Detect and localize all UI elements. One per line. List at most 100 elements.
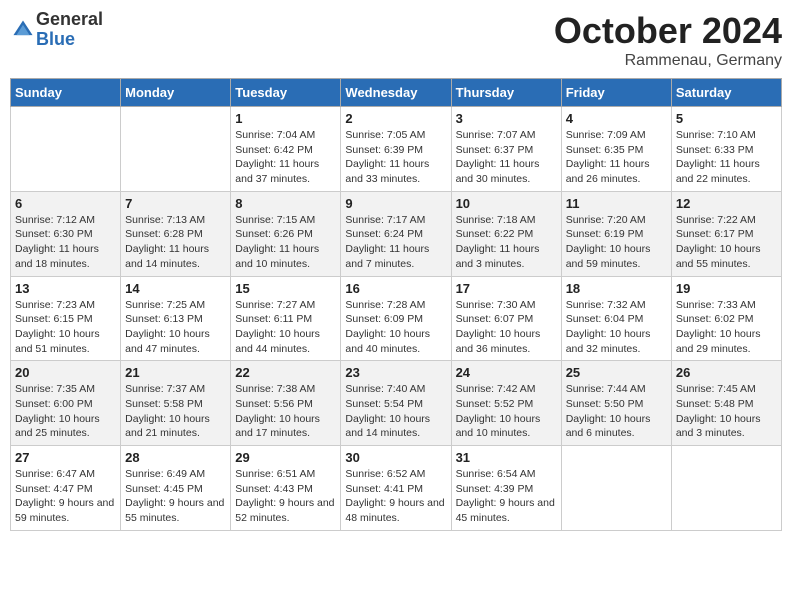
- calendar-cell: 9 Sunrise: 7:17 AMSunset: 6:24 PMDaylight…: [341, 191, 451, 276]
- day-number: 20: [15, 365, 116, 380]
- day-number: 1: [235, 111, 336, 126]
- calendar-cell: 4 Sunrise: 7:09 AMSunset: 6:35 PMDaylight…: [561, 107, 671, 192]
- calendar-cell: 8 Sunrise: 7:15 AMSunset: 6:26 PMDaylight…: [231, 191, 341, 276]
- day-number: 10: [456, 196, 557, 211]
- day-of-week-header: Sunday: [11, 79, 121, 107]
- calendar-cell: 26Sunrise: 7:45 AMSunset: 5:48 PMDayligh…: [671, 361, 781, 446]
- calendar-cell: 16Sunrise: 7:28 AMSunset: 6:09 PMDayligh…: [341, 276, 451, 361]
- day-info: Sunrise: 7:33 AMSunset: 6:02 PMDaylight:…: [676, 298, 777, 357]
- logo-icon: [12, 19, 34, 41]
- day-info: Sunrise: 7:40 AMSunset: 5:54 PMDaylight:…: [345, 382, 446, 441]
- calendar-cell: [671, 446, 781, 531]
- day-number: 8: [235, 196, 336, 211]
- day-number: 18: [566, 281, 667, 296]
- day-info: Sunrise: 6:47 AMSunset: 4:47 PMDaylight:…: [15, 467, 116, 526]
- day-info: Sunrise: 7:35 AMSunset: 6:00 PMDaylight:…: [15, 382, 116, 441]
- month-title: October 2024: [554, 10, 782, 52]
- day-info: Sunrise: 7:32 AMSunset: 6:04 PMDaylight:…: [566, 298, 667, 357]
- calendar-week-row: 1 Sunrise: 7:04 AMSunset: 6:42 PMDaylight…: [11, 107, 782, 192]
- calendar-week-row: 20 Sunrise: 7:35 AMSunset: 6:00 PMDayligh…: [11, 361, 782, 446]
- calendar-cell: 12 Sunrise: 7:22 AMSunset: 6:17 PMDayligh…: [671, 191, 781, 276]
- day-info: Sunrise: 7:38 AMSunset: 5:56 PMDaylight:…: [235, 382, 336, 441]
- day-info: Sunrise: 7:42 AMSunset: 5:52 PMDaylight:…: [456, 382, 557, 441]
- day-number: 29: [235, 450, 336, 465]
- day-info: Sunrise: 7:25 AMSunset: 6:13 PMDaylight:…: [125, 298, 226, 357]
- day-number: 25: [566, 365, 667, 380]
- calendar-cell: 19Sunrise: 7:33 AMSunset: 6:02 PMDayligh…: [671, 276, 781, 361]
- day-of-week-header: Monday: [121, 79, 231, 107]
- day-info: Sunrise: 7:22 AMSunset: 6:17 PMDaylight:…: [676, 213, 777, 272]
- calendar-cell: 2 Sunrise: 7:05 AMSunset: 6:39 PMDaylight…: [341, 107, 451, 192]
- day-info: Sunrise: 7:20 AMSunset: 6:19 PMDaylight:…: [566, 213, 667, 272]
- calendar-cell: 24 Sunrise: 7:42 AMSunset: 5:52 PMDayligh…: [451, 361, 561, 446]
- day-number: 2: [345, 111, 446, 126]
- calendar-cell: [561, 446, 671, 531]
- day-info: Sunrise: 6:51 AMSunset: 4:43 PMDaylight:…: [235, 467, 336, 526]
- calendar-cell: 18 Sunrise: 7:32 AMSunset: 6:04 PMDayligh…: [561, 276, 671, 361]
- day-info: Sunrise: 7:15 AMSunset: 6:26 PMDaylight:…: [235, 213, 336, 272]
- calendar-cell: 11 Sunrise: 7:20 AMSunset: 6:19 PMDayligh…: [561, 191, 671, 276]
- day-number: 28: [125, 450, 226, 465]
- day-info: Sunrise: 7:12 AMSunset: 6:30 PMDaylight:…: [15, 213, 116, 272]
- calendar-cell: 1 Sunrise: 7:04 AMSunset: 6:42 PMDaylight…: [231, 107, 341, 192]
- day-number: 24: [456, 365, 557, 380]
- day-info: Sunrise: 7:44 AMSunset: 5:50 PMDaylight:…: [566, 382, 667, 441]
- day-number: 6: [15, 196, 116, 211]
- calendar-cell: [121, 107, 231, 192]
- day-of-week-header: Tuesday: [231, 79, 341, 107]
- calendar-cell: 31 Sunrise: 6:54 AMSunset: 4:39 PMDayligh…: [451, 446, 561, 531]
- day-number: 5: [676, 111, 777, 126]
- calendar-cell: 22Sunrise: 7:38 AMSunset: 5:56 PMDayligh…: [231, 361, 341, 446]
- calendar-body: 1 Sunrise: 7:04 AMSunset: 6:42 PMDaylight…: [11, 107, 782, 531]
- day-info: Sunrise: 7:09 AMSunset: 6:35 PMDaylight:…: [566, 128, 667, 187]
- day-of-week-header: Thursday: [451, 79, 561, 107]
- day-number: 9: [345, 196, 446, 211]
- day-info: Sunrise: 7:07 AMSunset: 6:37 PMDaylight:…: [456, 128, 557, 187]
- day-info: Sunrise: 7:04 AMSunset: 6:42 PMDaylight:…: [235, 128, 336, 187]
- day-info: Sunrise: 7:10 AMSunset: 6:33 PMDaylight:…: [676, 128, 777, 187]
- day-number: 7: [125, 196, 226, 211]
- day-info: Sunrise: 7:28 AMSunset: 6:09 PMDaylight:…: [345, 298, 446, 357]
- calendar-cell: 23Sunrise: 7:40 AMSunset: 5:54 PMDayligh…: [341, 361, 451, 446]
- day-of-week-header: Saturday: [671, 79, 781, 107]
- calendar-cell: 3Sunrise: 7:07 AMSunset: 6:37 PMDaylight…: [451, 107, 561, 192]
- day-number: 11: [566, 196, 667, 211]
- day-info: Sunrise: 7:17 AMSunset: 6:24 PMDaylight:…: [345, 213, 446, 272]
- day-info: Sunrise: 7:05 AMSunset: 6:39 PMDaylight:…: [345, 128, 446, 187]
- calendar-cell: 28Sunrise: 6:49 AMSunset: 4:45 PMDayligh…: [121, 446, 231, 531]
- day-of-week-header: Friday: [561, 79, 671, 107]
- day-info: Sunrise: 6:52 AMSunset: 4:41 PMDaylight:…: [345, 467, 446, 526]
- calendar-cell: 20 Sunrise: 7:35 AMSunset: 6:00 PMDayligh…: [11, 361, 121, 446]
- logo-general-text: General: [36, 9, 103, 29]
- day-of-week-header: Wednesday: [341, 79, 451, 107]
- day-number: 13: [15, 281, 116, 296]
- day-info: Sunrise: 7:23 AMSunset: 6:15 PMDaylight:…: [15, 298, 116, 357]
- calendar-cell: 29 Sunrise: 6:51 AMSunset: 4:43 PMDayligh…: [231, 446, 341, 531]
- calendar-cell: 6 Sunrise: 7:12 AMSunset: 6:30 PMDaylight…: [11, 191, 121, 276]
- day-number: 26: [676, 365, 777, 380]
- day-number: 27: [15, 450, 116, 465]
- day-number: 12: [676, 196, 777, 211]
- calendar-cell: 13 Sunrise: 7:23 AMSunset: 6:15 PMDayligh…: [11, 276, 121, 361]
- calendar-cell: 27 Sunrise: 6:47 AMSunset: 4:47 PMDayligh…: [11, 446, 121, 531]
- day-info: Sunrise: 7:27 AMSunset: 6:11 PMDaylight:…: [235, 298, 336, 357]
- location-title: Rammenau, Germany: [554, 52, 782, 70]
- calendar-week-row: 6 Sunrise: 7:12 AMSunset: 6:30 PMDaylight…: [11, 191, 782, 276]
- calendar-header-row: SundayMondayTuesdayWednesdayThursdayFrid…: [11, 79, 782, 107]
- day-info: Sunrise: 7:13 AMSunset: 6:28 PMDaylight:…: [125, 213, 226, 272]
- day-number: 21: [125, 365, 226, 380]
- calendar-cell: 15 Sunrise: 7:27 AMSunset: 6:11 PMDayligh…: [231, 276, 341, 361]
- day-number: 30: [345, 450, 446, 465]
- calendar-week-row: 13 Sunrise: 7:23 AMSunset: 6:15 PMDayligh…: [11, 276, 782, 361]
- calendar-cell: 5 Sunrise: 7:10 AMSunset: 6:33 PMDaylight…: [671, 107, 781, 192]
- calendar-week-row: 27 Sunrise: 6:47 AMSunset: 4:47 PMDayligh…: [11, 446, 782, 531]
- day-info: Sunrise: 7:30 AMSunset: 6:07 PMDaylight:…: [456, 298, 557, 357]
- day-number: 17: [456, 281, 557, 296]
- day-number: 15: [235, 281, 336, 296]
- title-area: October 2024 Rammenau, Germany: [554, 10, 782, 70]
- logo-blue-text: Blue: [36, 29, 75, 49]
- day-info: Sunrise: 6:54 AMSunset: 4:39 PMDaylight:…: [456, 467, 557, 526]
- calendar-cell: 30 Sunrise: 6:52 AMSunset: 4:41 PMDayligh…: [341, 446, 451, 531]
- day-number: 31: [456, 450, 557, 465]
- day-number: 4: [566, 111, 667, 126]
